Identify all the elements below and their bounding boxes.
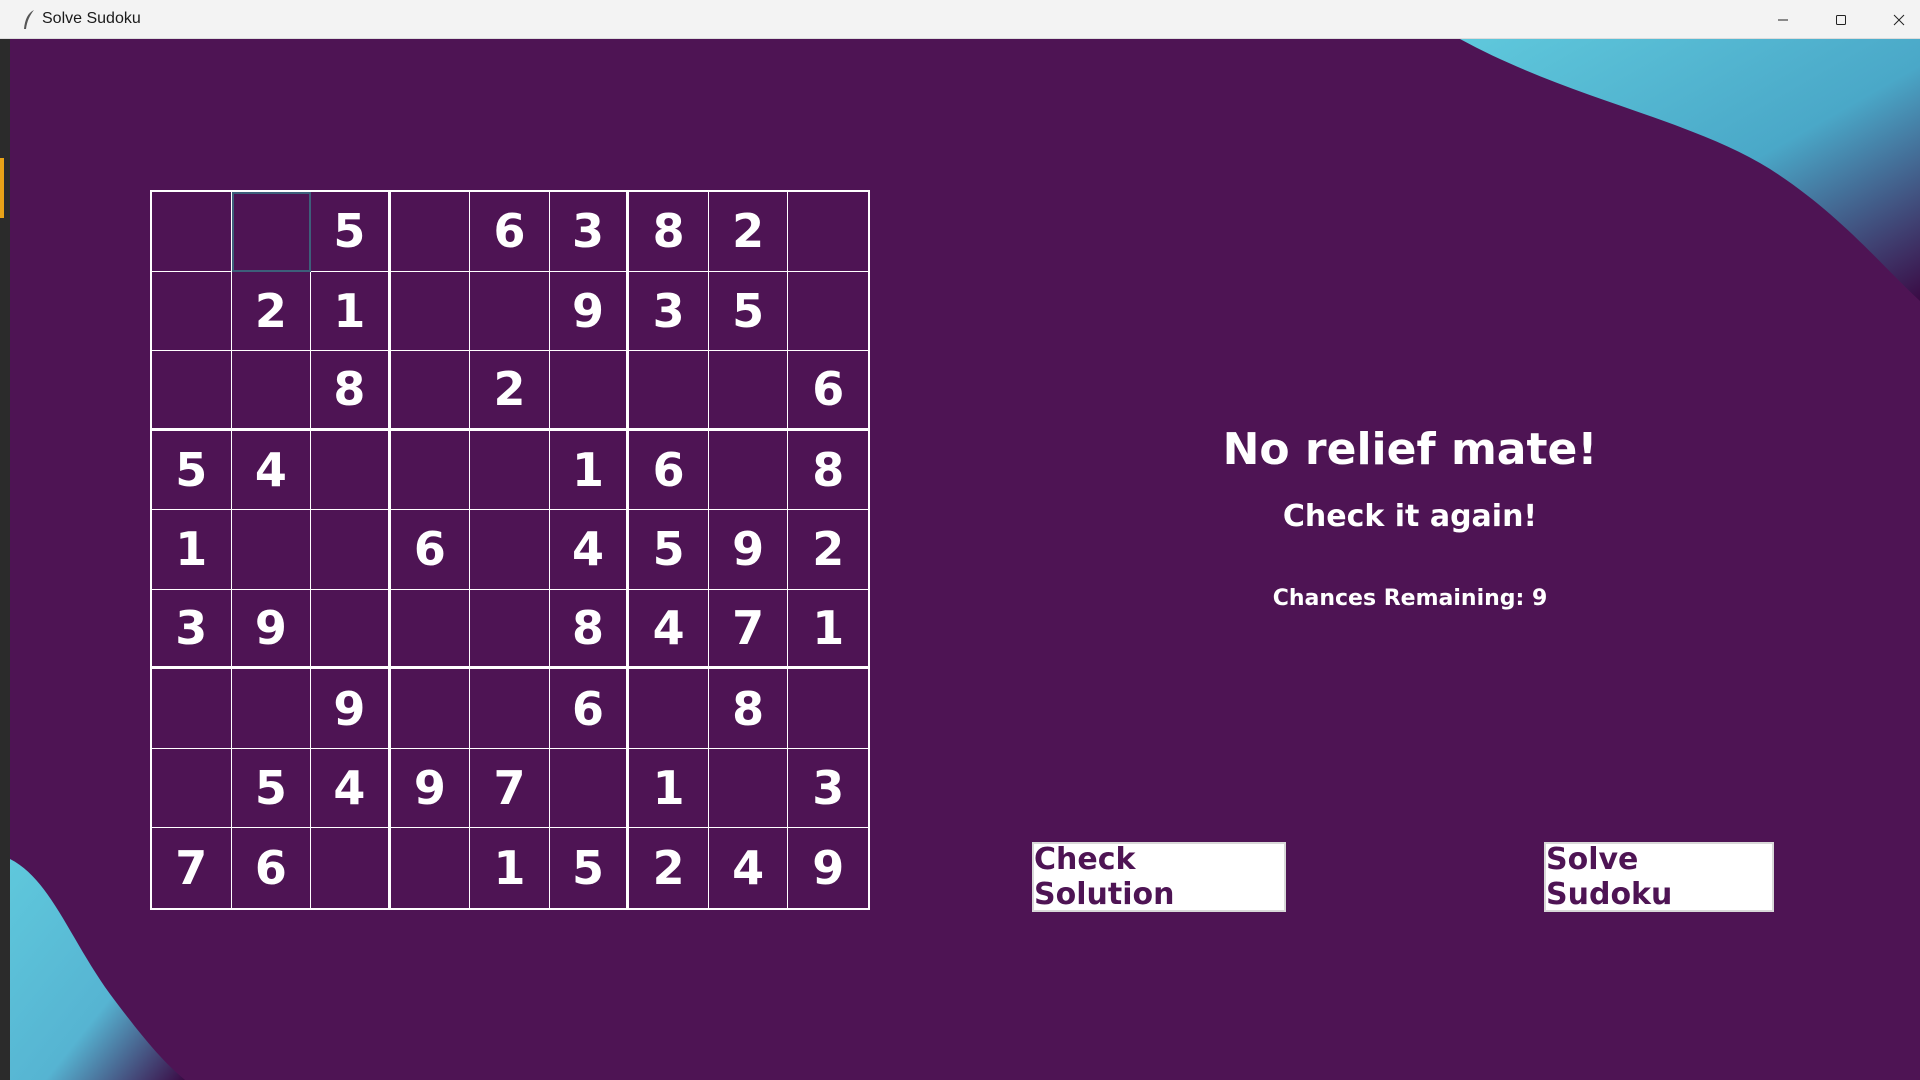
sudoku-cell[interactable] (390, 351, 471, 431)
sudoku-cell[interactable]: 2 (708, 192, 789, 272)
sudoku-cell[interactable] (629, 669, 709, 749)
sudoku-cell[interactable]: 1 (549, 430, 630, 511)
sudoku-cell[interactable] (788, 669, 868, 749)
sudoku-cell[interactable] (708, 748, 789, 829)
sudoku-cell[interactable]: 9 (311, 669, 391, 749)
sudoku-cell[interactable]: 9 (549, 271, 630, 352)
sudoku-cell[interactable]: 9 (708, 510, 789, 590)
sudoku-cell[interactable]: 7 (470, 748, 550, 829)
sudoku-cell[interactable]: 9 (390, 748, 471, 829)
sudoku-cell[interactable]: 3 (549, 192, 630, 272)
sudoku-cell[interactable]: 3 (152, 589, 232, 670)
sudoku-cell[interactable] (629, 351, 709, 431)
sudoku-board: 5638221935826541681645923984719685497137… (150, 190, 870, 910)
sudoku-cell[interactable]: 5 (708, 271, 789, 352)
feather-icon (22, 9, 36, 31)
sudoku-cell[interactable] (152, 351, 232, 431)
sudoku-cell[interactable]: 2 (788, 510, 868, 590)
maximize-icon (1835, 14, 1847, 26)
sudoku-cell[interactable] (470, 430, 550, 511)
sudoku-cell[interactable] (549, 748, 630, 829)
sudoku-cell[interactable] (231, 192, 312, 272)
sudoku-cell[interactable]: 6 (629, 430, 709, 511)
minimize-button[interactable] (1754, 0, 1812, 39)
sudoku-cell[interactable] (708, 351, 789, 431)
sudoku-cell[interactable]: 6 (470, 192, 550, 272)
sudoku-cell[interactable] (231, 351, 312, 431)
sudoku-cell[interactable]: 2 (231, 271, 312, 352)
sudoku-cell[interactable] (311, 510, 391, 590)
sudoku-cell[interactable] (311, 828, 391, 908)
sudoku-cell[interactable]: 8 (708, 669, 789, 749)
sudoku-cell[interactable]: 5 (311, 192, 391, 272)
close-icon (1893, 14, 1905, 26)
minimize-icon (1777, 14, 1789, 26)
sudoku-cell[interactable]: 1 (311, 271, 391, 352)
sudoku-cell[interactable] (470, 271, 550, 352)
app-canvas: 5638221935826541681645923984719685497137… (10, 39, 1920, 1080)
sudoku-cell[interactable] (152, 192, 232, 272)
sudoku-cell[interactable]: 1 (152, 510, 232, 590)
sudoku-cell[interactable]: 4 (629, 589, 709, 670)
sudoku-cell[interactable]: 8 (629, 192, 709, 272)
sudoku-cell[interactable]: 5 (629, 510, 709, 590)
sudoku-cell[interactable] (708, 430, 789, 511)
sudoku-cell[interactable]: 4 (231, 430, 312, 511)
sudoku-cell[interactable]: 6 (390, 510, 471, 590)
sudoku-cell[interactable]: 4 (311, 748, 391, 829)
sudoku-cell[interactable] (152, 271, 232, 352)
sudoku-cell[interactable]: 8 (788, 431, 868, 511)
sudoku-cell[interactable]: 9 (788, 828, 868, 908)
sudoku-cell[interactable] (470, 589, 550, 670)
sudoku-cell[interactable] (152, 748, 232, 829)
sudoku-cell[interactable]: 5 (231, 748, 312, 829)
solve-sudoku-button[interactable]: Solve Sudoku (1544, 842, 1774, 912)
window-title: Solve Sudoku (42, 10, 141, 27)
sudoku-cell[interactable]: 8 (311, 351, 391, 431)
sudoku-cell[interactable]: 3 (788, 749, 868, 829)
edge-accent (0, 158, 4, 218)
sudoku-cell[interactable]: 6 (788, 351, 868, 431)
check-solution-button[interactable]: Check Solution (1032, 842, 1286, 912)
result-heading: No relief mate! (1222, 424, 1598, 475)
sudoku-cell[interactable]: 9 (231, 589, 312, 670)
sudoku-cell[interactable] (231, 510, 312, 590)
result-subheading: Check it again! (1282, 499, 1538, 534)
sudoku-cell[interactable]: 4 (709, 828, 789, 908)
sudoku-cell[interactable]: 1 (788, 590, 868, 670)
sudoku-cell[interactable] (788, 192, 868, 272)
sudoku-cell[interactable] (311, 430, 391, 511)
sudoku-cell[interactable] (390, 271, 471, 352)
sudoku-cell[interactable] (390, 430, 471, 511)
sudoku-cell[interactable]: 6 (549, 669, 630, 749)
chances-remaining: Chances Remaining: 9 (1272, 586, 1548, 611)
sudoku-cell[interactable]: 7 (152, 828, 232, 908)
sudoku-cell[interactable] (311, 589, 391, 670)
sudoku-cell[interactable] (390, 589, 471, 670)
sudoku-cell[interactable]: 7 (708, 589, 789, 670)
sudoku-cell[interactable]: 5 (152, 430, 232, 511)
sudoku-cell[interactable] (390, 669, 471, 749)
close-button[interactable] (1870, 0, 1920, 39)
sudoku-cell[interactable]: 2 (629, 828, 709, 908)
sudoku-cell[interactable]: 6 (232, 828, 312, 908)
sudoku-cell[interactable] (390, 192, 471, 272)
sudoku-cell[interactable] (788, 272, 868, 352)
sudoku-cell[interactable] (470, 669, 550, 749)
sudoku-cell[interactable]: 2 (470, 351, 550, 431)
sudoku-cell[interactable] (549, 351, 630, 431)
sudoku-cell[interactable] (391, 828, 471, 908)
sudoku-cell[interactable]: 1 (629, 748, 709, 829)
sudoku-cell[interactable] (152, 669, 232, 749)
sudoku-cell[interactable]: 8 (549, 589, 630, 670)
title-bar: Solve Sudoku (0, 0, 1920, 39)
sudoku-cell[interactable]: 1 (470, 828, 550, 908)
sudoku-cell[interactable] (470, 510, 550, 590)
sudoku-cell[interactable]: 5 (550, 828, 630, 908)
sudoku-cell[interactable]: 4 (549, 510, 630, 590)
sudoku-cell[interactable] (231, 669, 312, 749)
sudoku-cell[interactable]: 3 (629, 271, 709, 352)
maximize-button[interactable] (1812, 0, 1870, 39)
